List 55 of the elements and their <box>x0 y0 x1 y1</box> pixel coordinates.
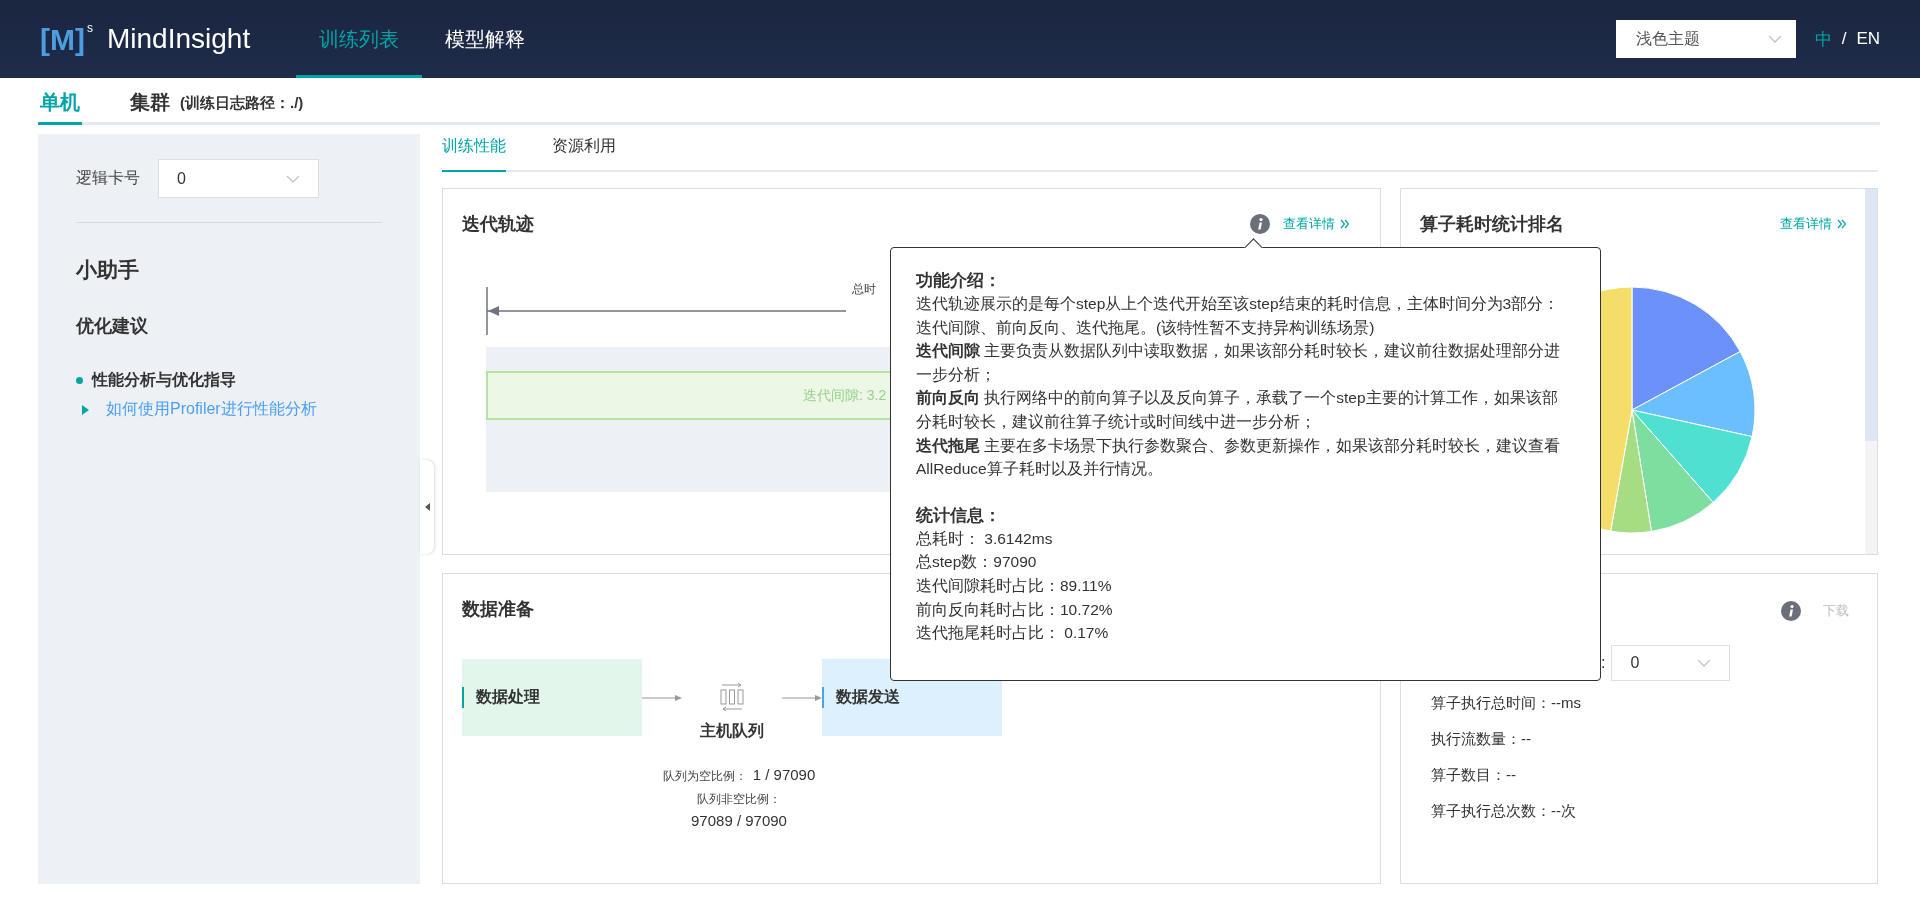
app-name: MindInsight <box>107 23 251 55</box>
data-processing-stage[interactable]: 数据处理 <box>462 659 642 736</box>
card-title: 算子耗时统计排名 <box>1420 213 1564 236</box>
logo-mark: [M]$^{s}$ <box>40 21 93 57</box>
language-separator: / <box>1841 29 1847 49</box>
tooltip-text: 迭代轨迹展示的是每个step从上个迭代开始至该step结束的耗时信息，主体时间分为3部分：迭代间隙、前向反向、迭代拖尾。(该特性暂不支持异构训练场景) <box>916 294 1561 338</box>
tooltip-text: 迭代间隙耗时占比：89.11% <box>916 575 1113 596</box>
bullet-icon <box>76 377 83 384</box>
info-icon[interactable] <box>1781 601 1801 621</box>
stat-line: 算子执行总时间：--ms <box>1431 692 1582 713</box>
tooltip-text: 迭代拖尾耗时占比： 0.17% <box>916 623 1110 644</box>
info-icon[interactable] <box>1250 214 1270 234</box>
double-chevron-icon <box>1340 219 1350 229</box>
theme-select[interactable]: 浅色主题 <box>1615 20 1796 58</box>
caret-icon <box>286 174 300 183</box>
mode-tab[interactable]: 集群 <box>128 89 172 125</box>
stat-label: 队列为空比例： <box>662 769 747 783</box>
caret-icon <box>1697 659 1712 667</box>
triangle-icon <box>82 404 89 415</box>
assistant-title: 小助手 <box>76 257 140 283</box>
language-option[interactable]: EN <box>1856 29 1880 49</box>
tooltip-text: 迭代拖尾 主要在多卡场景下执行参数聚合、参数更新操作，如果该部分耗时较长，建议查看AllReduce算子耗时以及并行情况。 <box>916 435 1562 480</box>
tooltip-heading: 统计信息： <box>916 504 1002 527</box>
double-chevron-icon <box>1837 219 1847 229</box>
tooltip-text: 前向反向耗时占比：10.72% <box>916 599 1114 620</box>
scrollbar[interactable] <box>1865 189 1877 554</box>
stat-line: 算子数目：-- <box>1431 764 1517 785</box>
card-label: 逻辑卡号 <box>76 168 140 188</box>
view-tab[interactable]: 资源利用 <box>552 134 616 172</box>
nav-tab[interactable]: 模型解释 <box>422 0 548 78</box>
stat-line: 执行流数量：-- <box>1431 728 1532 749</box>
queue-label: 主机队列 <box>700 721 764 741</box>
stat-value: 97089 / 97090 <box>691 812 787 829</box>
nav-tab[interactable]: 训练列表 <box>296 0 422 78</box>
log-path: (训练日志路径：./) <box>180 94 304 113</box>
stream-select[interactable]: 0 <box>1611 645 1731 681</box>
stat-value: 1 / 97090 <box>752 766 816 783</box>
queue-icon <box>719 683 745 711</box>
stat-label: 队列非空比例： <box>697 792 781 806</box>
language-option[interactable]: 中 <box>1814 27 1832 51</box>
guide-title: 性能分析与优化指导 <box>92 370 236 390</box>
field-label: : <box>1601 654 1606 672</box>
collapse-handle[interactable] <box>420 460 434 554</box>
section-title: 优化建议 <box>76 315 149 338</box>
card-title: 迭代轨迹 <box>462 213 534 236</box>
total-duration-label: 总时 <box>852 281 876 295</box>
tooltip-text: 总耗时： 3.6142ms <box>916 528 1054 549</box>
card-select[interactable]: 0 <box>158 159 319 198</box>
tooltip-heading: 功能介绍： <box>916 270 1002 292</box>
tooltip-text: 总step数：97090 <box>916 552 1038 573</box>
flow-arrow <box>782 694 822 702</box>
flow-arrow <box>642 694 682 702</box>
caret-icon <box>1767 35 1782 43</box>
stat-line: 算子执行总次数：--次 <box>1431 800 1577 821</box>
card-title: 数据准备 <box>462 598 534 621</box>
